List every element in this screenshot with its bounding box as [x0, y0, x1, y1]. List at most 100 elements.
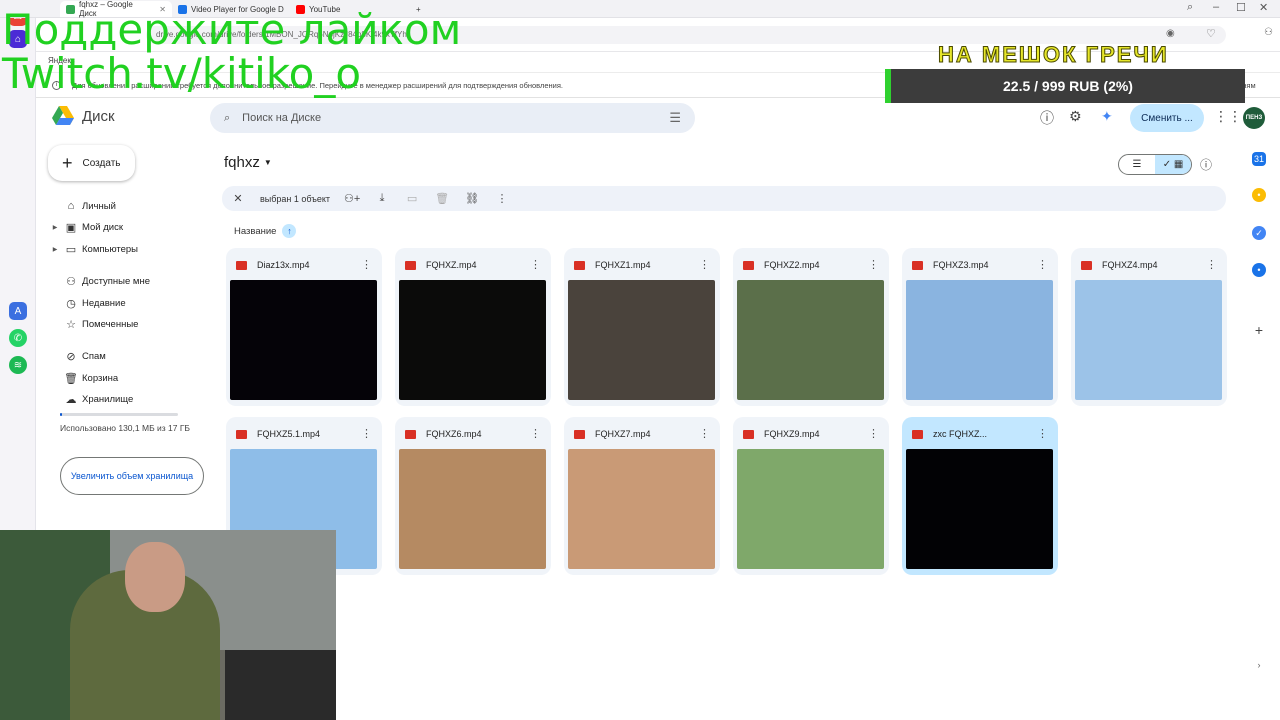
- close-window-icon[interactable]: ✕: [1259, 1, 1268, 14]
- more-options-icon[interactable]: ⋮: [868, 427, 879, 440]
- sort-header[interactable]: Название ↑: [234, 224, 297, 238]
- calendar-icon[interactable]: 31: [1252, 152, 1266, 166]
- keep-icon[interactable]: •: [1252, 188, 1266, 202]
- file-name: Diaz13x.mp4: [257, 260, 310, 270]
- list-view-icon[interactable]: ☰: [1119, 155, 1155, 174]
- profile-icon[interactable]: ⚇: [1264, 27, 1273, 38]
- download-icon[interactable]: ⤓: [374, 192, 390, 205]
- video-file-icon: [574, 429, 585, 439]
- expand-arrow-icon[interactable]: ▶: [50, 224, 60, 231]
- more-options-icon[interactable]: ⋮: [361, 427, 372, 440]
- add-addon-icon[interactable]: +: [1252, 322, 1266, 338]
- more-options-icon[interactable]: ⋮: [1037, 258, 1048, 271]
- create-button[interactable]: + Создать: [48, 145, 135, 181]
- more-options-icon[interactable]: ⋮: [699, 258, 710, 271]
- arrow-up-icon[interactable]: ↑: [282, 224, 297, 238]
- expand-arrow-icon[interactable]: ▶: [50, 246, 60, 253]
- video-thumbnail[interactable]: [906, 280, 1053, 400]
- file-card-header: FQHXZ.mp4: [405, 258, 545, 272]
- file-card-header: Diaz13x.mp4: [236, 258, 376, 272]
- storage-text: Использовано 130,1 МБ из 17 ГБ: [60, 423, 191, 433]
- file-card[interactable]: FQHXZ3.mp4 ⋮: [902, 248, 1058, 406]
- storage-fill: [60, 413, 63, 416]
- help-icon[interactable]: ⓘ: [1040, 108, 1054, 128]
- sidebar-item-3[interactable]: ⚇ Доступные мне: [50, 271, 210, 291]
- filter-icon[interactable]: ☰: [669, 110, 681, 126]
- drive-logo[interactable]: Диск: [52, 106, 115, 126]
- contacts-icon[interactable]: •: [1252, 263, 1266, 277]
- more-options-icon[interactable]: ⋮: [530, 427, 541, 440]
- more-options-icon[interactable]: ⋮: [530, 258, 541, 271]
- sidebar-item-label: Компьютеры: [82, 243, 138, 255]
- file-card[interactable]: FQHXZ7.mp4 ⋮: [564, 417, 720, 575]
- sort-label: Название: [234, 225, 277, 237]
- star-icon: ☆: [66, 318, 76, 331]
- more-options-icon[interactable]: ⋮: [868, 258, 879, 271]
- file-card[interactable]: zxc FQHXZ... ⋮: [902, 417, 1058, 575]
- more-options-icon[interactable]: ⋮: [1206, 258, 1217, 271]
- share-icon[interactable]: ⚇+: [344, 192, 360, 205]
- sidebar-item-0[interactable]: ⌂ Личный: [50, 196, 210, 216]
- file-card[interactable]: FQHXZ1.mp4 ⋮: [564, 248, 720, 406]
- more-options-icon[interactable]: ⋮: [699, 427, 710, 440]
- file-card[interactable]: Diaz13x.mp4 ⋮: [226, 248, 382, 406]
- upgrade-storage-button[interactable]: Увеличить объем хранилища: [60, 457, 204, 495]
- video-thumbnail[interactable]: [399, 280, 546, 400]
- spotify-icon[interactable]: ≋: [9, 356, 27, 374]
- file-card[interactable]: FQHXZ.mp4 ⋮: [395, 248, 551, 406]
- search-input[interactable]: Поиск на Диске: [242, 112, 321, 124]
- video-thumbnail[interactable]: [399, 449, 546, 569]
- more-options-icon[interactable]: ⋮: [361, 258, 372, 271]
- camera-icon[interactable]: ◉: [1166, 28, 1175, 39]
- search-icon[interactable]: ⌕: [224, 112, 230, 125]
- video-thumbnail[interactable]: [737, 449, 884, 569]
- video-thumbnail[interactable]: [568, 280, 715, 400]
- file-card[interactable]: FQHXZ2.mp4 ⋮: [733, 248, 889, 406]
- more-actions-icon[interactable]: ⋮: [494, 192, 510, 205]
- tasks-icon[interactable]: ✓: [1252, 226, 1266, 240]
- video-thumbnail[interactable]: [906, 449, 1053, 569]
- favorite-icon[interactable]: ♡: [1206, 27, 1216, 40]
- folder-title[interactable]: fqhxz ▼: [224, 154, 272, 171]
- grid-view-icon[interactable]: ✓ ▦: [1155, 155, 1191, 174]
- details-icon[interactable]: ⓘ: [1200, 156, 1212, 173]
- maximize-icon[interactable]: ☐: [1236, 1, 1246, 14]
- file-card[interactable]: FQHXZ4.mp4 ⋮: [1071, 248, 1227, 406]
- expand-panel-icon[interactable]: ›: [1252, 658, 1266, 672]
- more-options-icon[interactable]: ⋮: [1037, 427, 1048, 440]
- video-file-icon: [236, 429, 247, 439]
- settings-icon[interactable]: ⚙: [1069, 108, 1082, 125]
- storage-bar: [60, 413, 178, 416]
- video-thumbnail[interactable]: [230, 280, 377, 400]
- sidebar-item-4[interactable]: ◷ Недавние: [50, 293, 210, 313]
- file-card[interactable]: FQHXZ9.mp4 ⋮: [733, 417, 889, 575]
- apps-grid-icon[interactable]: ⋮⋮: [1214, 108, 1242, 125]
- link-icon[interactable]: ⛓: [464, 192, 480, 205]
- folder-title-text: fqhxz: [224, 154, 260, 171]
- sidebar-item-2[interactable]: ▶ ▭ Компьютеры: [50, 239, 210, 259]
- search-bar[interactable]: ⌕ Поиск на Диске ☰: [210, 103, 695, 133]
- video-thumbnail[interactable]: [568, 449, 715, 569]
- goal-progress: 22.5 / 999 RUB (2%): [885, 69, 1245, 103]
- whatsapp-icon[interactable]: ✆: [9, 329, 27, 347]
- sidebar-item-1[interactable]: ▶ ▣ Мой диск: [50, 217, 210, 237]
- sidebar-item-7[interactable]: 🗑 Корзина: [50, 368, 210, 388]
- clear-selection-icon[interactable]: ✕: [230, 192, 246, 205]
- video-thumbnail[interactable]: [1075, 280, 1222, 400]
- plus-icon: +: [62, 153, 73, 173]
- switch-account-button[interactable]: Сменить ...: [1130, 104, 1204, 132]
- view-toggle[interactable]: ☰ ✓ ▦: [1118, 154, 1192, 175]
- file-name: FQHXZ3.mp4: [933, 260, 989, 270]
- sidebar-item-label: Доступные мне: [82, 275, 150, 287]
- search-tabs-icon[interactable]: ⌕: [1187, 1, 1193, 14]
- file-card[interactable]: FQHXZ6.mp4 ⋮: [395, 417, 551, 575]
- sidebar-item-5[interactable]: ☆ Помеченные: [50, 314, 210, 334]
- gemini-icon[interactable]: ✦: [1101, 108, 1113, 125]
- appstore-icon[interactable]: A: [9, 302, 27, 320]
- video-thumbnail[interactable]: [737, 280, 884, 400]
- minimize-icon[interactable]: –: [1213, 1, 1219, 13]
- sidebar-item-8[interactable]: ☁ Хранилище: [50, 389, 210, 409]
- sidebar-item-label: Мой диск: [82, 221, 124, 233]
- sidebar-item-6[interactable]: ⊘ Спам: [50, 346, 210, 366]
- file-name: FQHXZ2.mp4: [764, 260, 820, 270]
